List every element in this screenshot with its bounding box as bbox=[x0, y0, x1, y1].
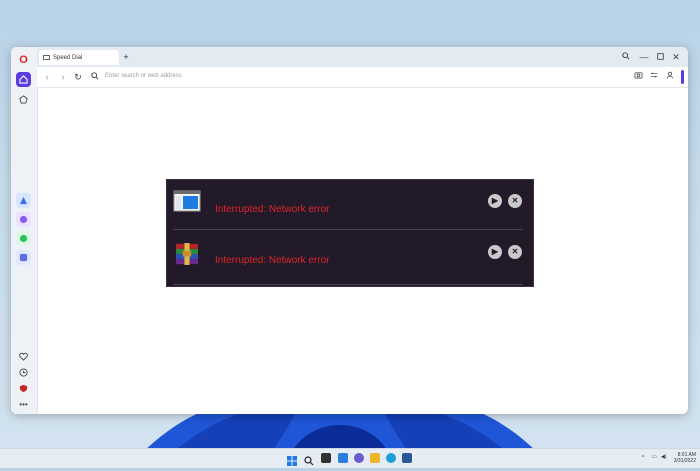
vpn-shield-icon[interactable] bbox=[16, 381, 31, 396]
sidebar: O ••• bbox=[11, 47, 38, 414]
opera-logo-icon[interactable]: O bbox=[16, 53, 31, 68]
pinboard-icon[interactable] bbox=[16, 92, 31, 107]
download-status: Interrupted: Network error bbox=[215, 255, 330, 266]
camera-icon[interactable] bbox=[632, 71, 644, 83]
search-icon[interactable] bbox=[304, 453, 314, 466]
history-icon[interactable] bbox=[16, 365, 31, 380]
title-bar: Speed Dial + — ✕ bbox=[37, 47, 688, 67]
downloads-panel: Interrupted: Network error ▶ ✕ Interrupt… bbox=[166, 179, 534, 287]
instagram-icon[interactable] bbox=[16, 250, 31, 265]
sidebar-accent bbox=[681, 70, 684, 84]
network-icon[interactable]: ▭ bbox=[652, 454, 657, 460]
search-tabs-icon[interactable] bbox=[620, 51, 632, 63]
cancel-download-button[interactable]: ✕ bbox=[508, 245, 522, 259]
tab-label: Speed Dial bbox=[53, 54, 83, 61]
chat-icon[interactable] bbox=[354, 453, 364, 463]
task-view-icon[interactable] bbox=[321, 453, 331, 463]
more-icon[interactable]: ••• bbox=[16, 397, 31, 412]
home-icon[interactable] bbox=[16, 72, 31, 87]
messenger-icon[interactable] bbox=[16, 212, 31, 227]
edge-icon[interactable] bbox=[386, 453, 396, 463]
resume-button[interactable]: ▶ bbox=[488, 194, 502, 208]
widgets-icon[interactable] bbox=[338, 453, 348, 463]
clock[interactable]: 8:01 AM 3/31/2022 bbox=[672, 452, 696, 464]
resume-button[interactable]: ▶ bbox=[488, 245, 502, 259]
whatsapp-icon[interactable] bbox=[16, 231, 31, 246]
taskbar: ^ ▭ ◀) 8:01 AM 3/31/2022 bbox=[0, 448, 700, 468]
download-status: Interrupted: Network error bbox=[215, 204, 330, 215]
speed-dial-icon bbox=[43, 55, 50, 60]
new-tab-button[interactable]: + bbox=[121, 52, 131, 62]
back-icon[interactable]: ‹ bbox=[41, 71, 53, 83]
download-item: Interrupted: Network error ▶ ✕ bbox=[167, 231, 533, 281]
store-icon[interactable] bbox=[402, 453, 412, 463]
window-app-icon bbox=[173, 190, 201, 212]
address-bar: ‹ › ↻ Enter search or web address bbox=[37, 67, 688, 88]
heart-icon[interactable] bbox=[16, 349, 31, 364]
forward-icon[interactable]: › bbox=[57, 71, 69, 83]
maximize-button[interactable] bbox=[654, 51, 666, 63]
easy-setup-icon[interactable] bbox=[648, 71, 660, 83]
clock-date: 3/31/2022 bbox=[673, 458, 696, 464]
tab-speed-dial[interactable]: Speed Dial bbox=[39, 50, 119, 65]
aria-icon[interactable] bbox=[16, 193, 31, 208]
download-item: Interrupted: Network error ▶ ✕ bbox=[167, 180, 533, 230]
minimize-button[interactable]: — bbox=[638, 51, 650, 63]
profile-icon[interactable] bbox=[664, 71, 676, 83]
search-icon bbox=[89, 71, 101, 83]
cancel-download-button[interactable]: ✕ bbox=[508, 194, 522, 208]
start-icon[interactable] bbox=[287, 453, 297, 466]
address-input[interactable]: Enter search or web address bbox=[105, 73, 182, 79]
volume-icon[interactable]: ◀) bbox=[661, 454, 667, 460]
file-explorer-icon[interactable] bbox=[370, 453, 380, 463]
close-window-button[interactable]: ✕ bbox=[670, 51, 682, 63]
reload-icon[interactable]: ↻ bbox=[72, 71, 84, 83]
winrar-archive-icon bbox=[176, 243, 198, 265]
divider bbox=[173, 284, 523, 285]
tray-chevron-icon[interactable]: ^ bbox=[642, 455, 644, 461]
divider bbox=[173, 229, 523, 230]
